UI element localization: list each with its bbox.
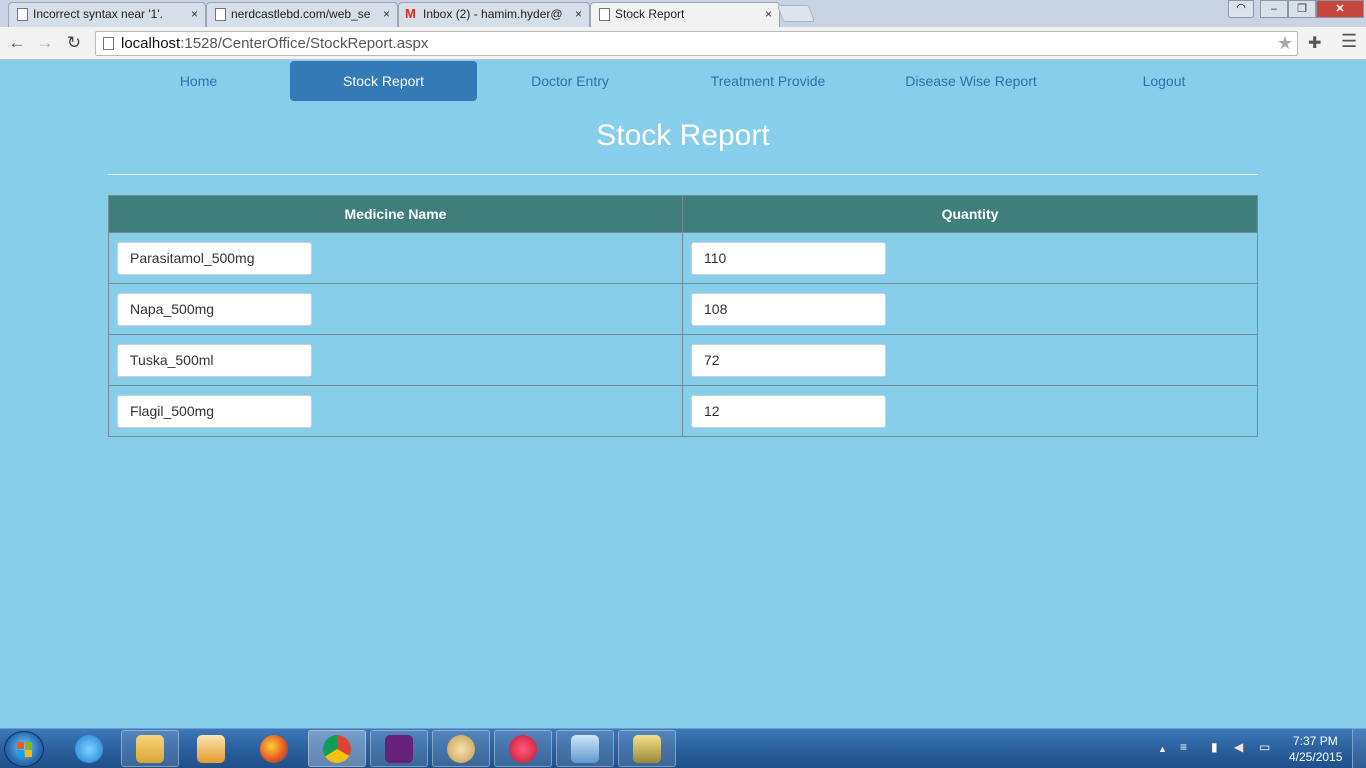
table-row: Tuska_500ml 72 xyxy=(108,334,1258,386)
url-host: localhost xyxy=(121,35,181,52)
maximize-button[interactable]: ❐ xyxy=(1288,0,1316,18)
taskbar-app[interactable] xyxy=(121,730,179,767)
forward-arrow-icon[interactable]: → xyxy=(34,32,56,54)
nav-item-doctor-entry[interactable]: Doctor Entry xyxy=(477,61,663,101)
nav-item-stock-report[interactable]: Stock Report xyxy=(290,61,477,101)
paint-icon xyxy=(447,734,475,763)
nav-item-disease-wise-report[interactable]: Disease Wise Report xyxy=(873,61,1069,101)
battery-icon[interactable]: ▮ xyxy=(1211,741,1223,753)
browser-tab[interactable]: Incorrect syntax near '1'. × xyxy=(8,2,206,27)
browser-tab[interactable]: nerdcastlebd.com/web_se × xyxy=(206,2,398,27)
taskbar-app[interactable] xyxy=(618,730,676,767)
nav-item-logout[interactable]: Logout xyxy=(1069,61,1259,101)
profile-icon[interactable]: ◠ xyxy=(1228,0,1254,18)
quantity-field[interactable]: 108 xyxy=(691,292,886,326)
new-tab-button[interactable] xyxy=(776,5,816,22)
tab-title: Stock Report xyxy=(615,7,685,21)
taskbar-app[interactable] xyxy=(494,730,552,767)
itunes-icon xyxy=(509,734,537,763)
column-header-medicine-name[interactable]: Medicine Name xyxy=(108,195,683,233)
browser-tab[interactable]: M Inbox (2) - hamim.hyder@ × xyxy=(398,2,590,27)
nav-item-home[interactable]: Home xyxy=(105,61,292,101)
start-button[interactable] xyxy=(4,731,44,767)
window-close-button[interactable]: ✕ xyxy=(1316,0,1364,18)
url-text[interactable]: localhost:1528/CenterOffice/StockReport.… xyxy=(121,35,428,52)
taskbar-app[interactable] xyxy=(432,730,490,767)
main-nav: Home Stock Report Doctor Entry Treatment… xyxy=(105,61,1261,101)
column-header-quantity[interactable]: Quantity xyxy=(682,195,1258,233)
close-icon[interactable]: × xyxy=(575,7,582,21)
reload-icon[interactable]: ↻ xyxy=(63,32,85,54)
close-icon[interactable]: × xyxy=(765,7,772,21)
medicine-name-cell: Parasitamol_500mg xyxy=(108,232,683,284)
action-center-icon[interactable]: ▭ xyxy=(1259,741,1271,753)
taskbar-app[interactable] xyxy=(245,730,303,767)
taskbar-app[interactable] xyxy=(370,730,428,767)
table-header-row: Medicine Name Quantity xyxy=(108,195,1258,233)
tab-title: nerdcastlebd.com/web_se xyxy=(231,7,371,21)
network-tray-icon[interactable]: ≡ xyxy=(1180,741,1192,753)
page-title: Stock Report xyxy=(596,119,770,152)
tab-title: Inbox (2) - hamim.hyder@ xyxy=(423,7,563,21)
minimize-button[interactable]: – xyxy=(1260,0,1288,18)
medicine-name-cell: Napa_500mg xyxy=(108,283,683,335)
taskbar-app[interactable] xyxy=(60,730,118,767)
show-desktop-button[interactable] xyxy=(1352,728,1366,768)
firefox-icon xyxy=(260,734,288,763)
visual-studio-icon xyxy=(385,734,413,763)
speaker-muted-icon[interactable]: ◀ xyxy=(1234,741,1246,753)
medicine-name-field[interactable]: Parasitamol_500mg xyxy=(117,241,312,275)
medicine-name-field[interactable]: Tuska_500ml xyxy=(117,343,312,377)
quantity-cell: 72 xyxy=(682,334,1258,386)
divider xyxy=(108,174,1258,175)
quantity-field[interactable]: 110 xyxy=(691,241,886,275)
show-hidden-icons-icon[interactable]: ▲ xyxy=(1158,743,1170,755)
table-row: Parasitamol_500mg 110 xyxy=(108,232,1258,284)
browser-toolbar: ← → ↻ localhost:1528/CenterOffice/StockR… xyxy=(0,27,1366,60)
page-icon xyxy=(599,8,610,21)
stock-table: Medicine Name Quantity Parasitamol_500mg… xyxy=(108,195,1258,437)
bookmark-star-icon[interactable]: ★ xyxy=(1277,33,1293,54)
page-icon xyxy=(103,37,114,50)
clock-date[interactable]: 4/25/2015 xyxy=(1289,750,1342,764)
windows-logo-icon xyxy=(17,742,33,758)
address-bar[interactable]: localhost:1528/CenterOffice/StockReport.… xyxy=(95,31,1298,56)
browser-tab-active[interactable]: Stock Report × xyxy=(590,2,780,27)
nav-item-treatment-provide[interactable]: Treatment Provide xyxy=(663,61,873,101)
quantity-cell: 110 xyxy=(682,232,1258,284)
tab-title: Incorrect syntax near '1'. xyxy=(33,7,163,21)
close-icon[interactable]: × xyxy=(191,7,198,21)
url-path: :1528/CenterOffice/StockReport.aspx xyxy=(180,35,429,52)
page-icon xyxy=(215,8,226,21)
gmail-icon: M xyxy=(405,6,416,21)
medicine-name-field[interactable]: Napa_500mg xyxy=(117,292,312,326)
quantity-cell: 12 xyxy=(682,385,1258,437)
quantity-field[interactable]: 72 xyxy=(691,343,886,377)
taskbar-app-active[interactable] xyxy=(308,730,366,767)
extension-puzzle-icon[interactable]: ✚ xyxy=(1308,33,1321,53)
table-row: Napa_500mg 108 xyxy=(108,283,1258,335)
windows-taskbar: ▲ ≡ ▮ ◀ ▭ xyxy=(0,728,1366,768)
medicine-name-field[interactable]: Flagil_500mg xyxy=(117,394,312,428)
taskbar-app[interactable] xyxy=(182,730,240,767)
browser-tab-strip: Incorrect syntax near '1'. × nerdcastleb… xyxy=(0,0,1366,27)
clock-time[interactable]: 7:37 PM xyxy=(1293,734,1338,748)
media-player-icon xyxy=(197,734,225,763)
quantity-field[interactable]: 12 xyxy=(691,394,886,428)
folder-icon xyxy=(136,734,164,763)
taskbar-app[interactable] xyxy=(556,730,614,767)
page-icon xyxy=(17,8,28,21)
remote-desktop-icon xyxy=(571,734,599,763)
medicine-name-cell: Flagil_500mg xyxy=(108,385,683,437)
table-row: Flagil_500mg 12 xyxy=(108,385,1258,437)
close-icon[interactable]: × xyxy=(383,7,390,21)
chrome-icon xyxy=(323,734,351,763)
menu-icon[interactable]: ☰ xyxy=(1341,31,1357,52)
internet-explorer-icon xyxy=(75,734,103,763)
back-arrow-icon[interactable]: ← xyxy=(6,32,28,54)
sql-tool-icon xyxy=(633,734,661,763)
medicine-name-cell: Tuska_500ml xyxy=(108,334,683,386)
quantity-cell: 108 xyxy=(682,283,1258,335)
